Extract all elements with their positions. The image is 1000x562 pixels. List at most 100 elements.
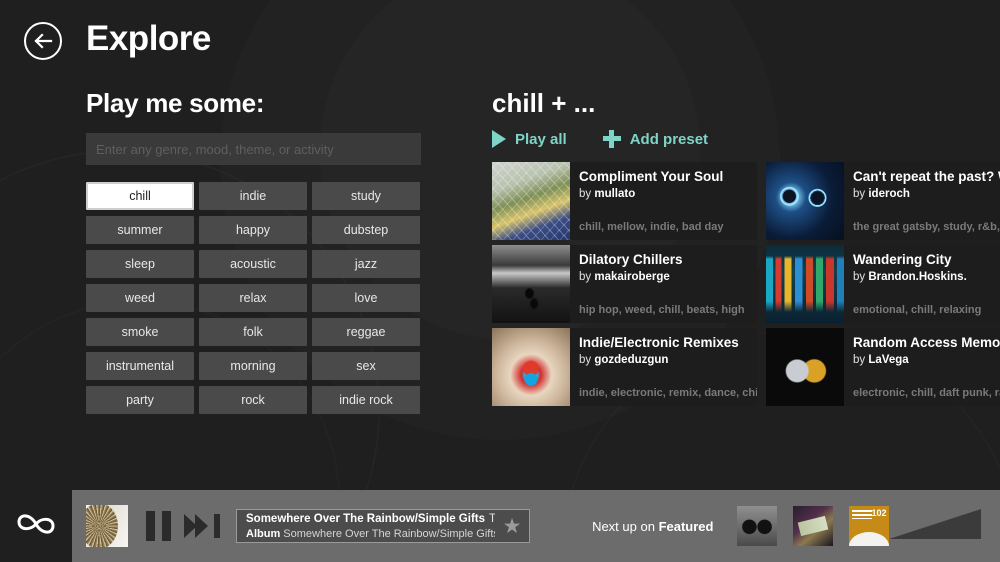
infinity-logo-icon [14,509,58,544]
next-up-section: Next up on Featured 102 [592,506,890,546]
mix-author: mullato [594,188,636,200]
tag-folk[interactable]: folk [199,318,307,346]
mix-card[interactable]: Random Access Memori by LaVega electronic,… [766,328,1000,406]
mix-tags: indie, electronic, remix, dance, chil [579,387,757,399]
tag-sleep[interactable]: sleep [86,250,194,278]
next-up-thumbnails: 102 [737,506,890,546]
mix-tags: the great gatsby, study, r&b, c [853,221,1000,233]
play-triangle-icon [492,130,506,148]
mix-tags: hip hop, weed, chill, beats, high [579,304,745,316]
tag-sex[interactable]: sex [312,352,420,380]
add-preset-label: Add preset [629,130,709,148]
tag-acoustic[interactable]: acoustic [199,250,307,278]
mix-cover-image [766,162,844,240]
mix-card[interactable]: Compliment Your Soul by mullato chill, mel… [492,162,757,240]
play-all-button[interactable]: Play all [492,130,567,148]
mix-author-line: by gozdeduzgun [579,352,757,368]
tag-morning[interactable]: morning [199,352,307,380]
mix-author: gozdeduzgun [594,354,669,366]
mix-cover-image [492,328,570,406]
tag-indie-rock[interactable]: indie rock [312,386,420,414]
mix-card[interactable]: Dilatory Chillers by makairoberge hip hop,… [492,245,757,323]
mix-query-title: chill + ... [492,88,596,118]
star-icon[interactable]: ★ [495,514,529,539]
cat-thumbnail[interactable] [737,506,778,546]
tag-reggae[interactable]: reggae [312,318,420,346]
tag-love[interactable]: love [312,284,420,312]
mix-author: ideroch [868,188,910,200]
volume-slider-icon [889,509,982,539]
mix-author-line: by makairoberge [579,269,757,285]
track-text: Somewhere Over The Rainbow/Simple GiftsT… [237,511,495,542]
mix-tags: emotional, chill, relaxing [853,304,982,316]
tag-rock[interactable]: rock [199,386,307,414]
mix-card[interactable]: Can't repeat the past? W by ideroch the gr… [766,162,1000,240]
by-prefix: by [579,188,592,200]
mix-author-line: by ideroch [853,186,1000,202]
tag-summer[interactable]: summer [86,216,194,244]
tag-relax[interactable]: relax [199,284,307,312]
tag-dubstep[interactable]: dubstep [312,216,420,244]
next-up-prefix: Next up on [592,518,655,534]
mix-name: Wandering City [853,252,952,267]
search-input[interactable] [86,133,421,165]
skip-next-button[interactable] [184,512,220,540]
by-prefix: by [853,271,866,283]
tag-party[interactable]: party [86,386,194,414]
album-label: Album [246,527,281,540]
add-preset-button[interactable]: Add preset [602,130,709,148]
by-prefix: by [579,354,592,366]
volume-slider[interactable] [889,509,982,543]
tag-happy[interactable]: happy [199,216,307,244]
pause-icon [146,511,155,541]
now-playing-cover [86,505,128,547]
money-thumbnail[interactable] [793,506,834,546]
card-number: 102 [871,508,887,518]
by-prefix: by [579,271,592,283]
tag-chill[interactable]: chill [86,182,194,210]
mix-author: makairoberge [594,271,670,283]
tag-grid: chill indie study summer happy dubstep sleep ac… [86,182,426,422]
mix-grid: Compliment Your Soul by mullato chill, mel… [492,162,1000,406]
mix-cover-image [766,328,844,406]
transport-controls [146,511,220,541]
mix-author: Brandon.Hoskins. [868,271,967,283]
player-controls-area: Somewhere Over The Rainbow/Simple GiftsT… [72,490,1000,562]
mix-author: LaVega [868,354,909,366]
mix-tags: electronic, chill, daft punk, ran [853,387,1000,399]
tag-indie[interactable]: indie [199,182,307,210]
now-playing-info[interactable]: Somewhere Over The Rainbow/Simple GiftsT… [236,509,531,543]
mix-author-line: by mullato [579,186,757,202]
next-up-label: Next up on Featured [592,519,713,534]
by-prefix: by [853,354,866,366]
mix-results-panel: chill + ... Play all Add preset Complime… [492,88,1000,406]
mix-name: Can't repeat the past? W [853,169,1000,184]
back-button[interactable] [24,22,62,60]
mix-cover-image [492,245,570,323]
mix-name: Compliment Your Soul [579,169,724,184]
arrow-left-icon [33,33,53,49]
explore-page: Explore Play me some: chillindiestudy sum… [0,0,1000,562]
tag-smoke[interactable]: smoke [86,318,194,346]
album-name: Somewhere Over The Rainbow/Simple Gifts [283,527,496,540]
tag-weed[interactable]: weed [86,284,194,312]
mix-name: Random Access Memori [853,335,1000,350]
mix-card[interactable]: Indie/Electronic Remixes by gozdeduzgun in… [492,328,757,406]
mix-author-line: by Brandon.Hoskins. [853,269,1000,285]
mix-actions: Play all Add preset [492,130,1000,148]
tag-instrumental[interactable]: instrumental [86,352,194,380]
page-header: Explore [0,0,1000,78]
app-logo[interactable] [0,490,72,562]
tag-study[interactable]: study [312,182,420,210]
mix-author-line: by LaVega [853,352,1000,368]
player-bar: Somewhere Over The Rainbow/Simple GiftsT… [0,490,1000,562]
pause-button[interactable] [146,511,171,541]
card-102-thumbnail[interactable]: 102 [849,506,890,546]
play-all-label: Play all [515,130,567,148]
mix-cover-image [492,162,570,240]
tag-jazz[interactable]: jazz [312,250,420,278]
mix-tags: chill, mellow, indie, bad day [579,221,724,233]
mix-name: Indie/Electronic Remixes [579,335,739,350]
page-title: Explore [86,19,211,58]
mix-card[interactable]: Wandering City by Brandon.Hoskins. emotion… [766,245,1000,323]
